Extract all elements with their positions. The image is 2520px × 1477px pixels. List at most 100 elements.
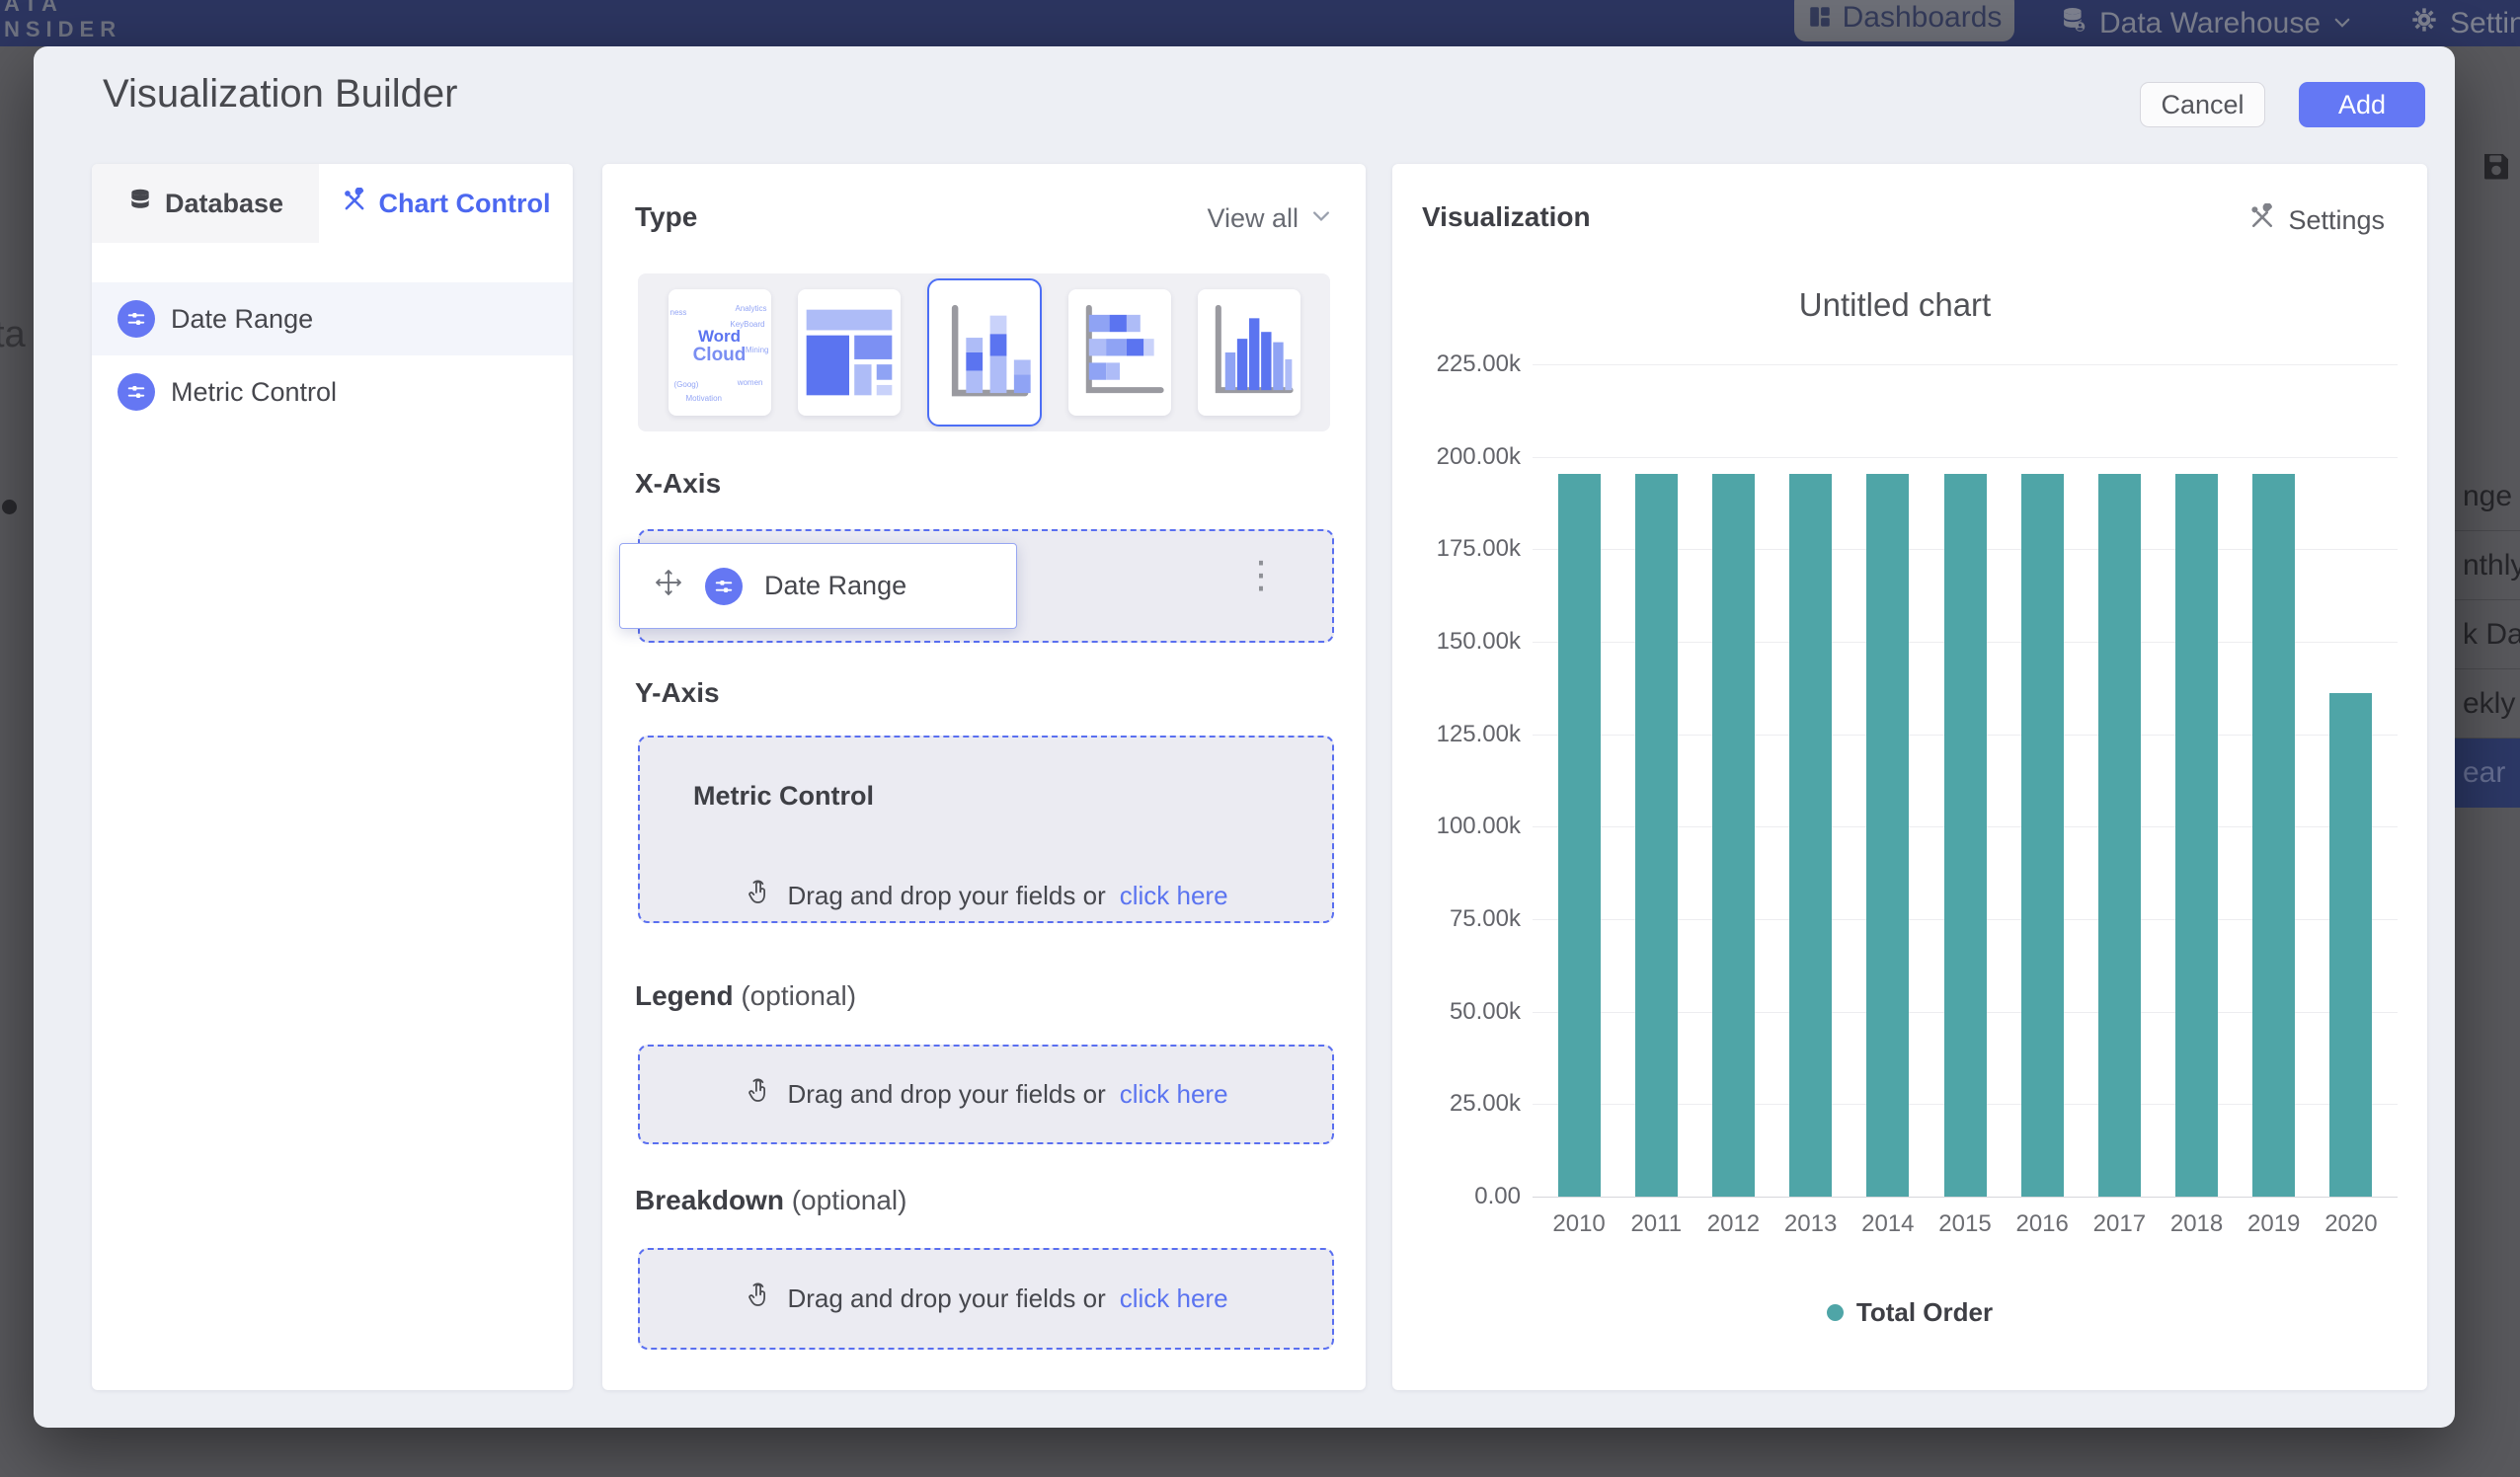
menu-item: nthly xyxy=(2455,531,2520,600)
cancel-button[interactable]: Cancel xyxy=(2140,82,2265,127)
settings-button[interactable]: Settings xyxy=(2248,203,2385,238)
click-here-link[interactable]: click here xyxy=(1120,1079,1228,1110)
field-label: Date Range xyxy=(171,304,313,335)
drop-hint-text: Drag and drop your fields or xyxy=(787,881,1105,911)
hand-click-icon xyxy=(744,1281,773,1317)
y-tick-label: 100.00k xyxy=(1392,813,1521,840)
legend-optional-suffix: (optional) xyxy=(741,980,856,1011)
visualization-panel: Visualization Settings Untitled chart 0.… xyxy=(1392,164,2427,1390)
bar-2017[interactable] xyxy=(2098,474,2141,1197)
stacked-column-icon xyxy=(929,280,1040,425)
legend-swatch xyxy=(1827,1304,1844,1321)
bar-2015[interactable] xyxy=(1944,474,1987,1197)
chart-title: Untitled chart xyxy=(1392,286,2398,324)
field-label: Metric Control xyxy=(171,377,337,408)
y-tick-label: 225.00k xyxy=(1392,350,1521,378)
dashboard-icon xyxy=(1807,4,1833,35)
modal-title: Visualization Builder xyxy=(103,72,457,117)
move-icon xyxy=(654,568,683,604)
y-tick-label: 50.00k xyxy=(1392,998,1521,1026)
bar-2016[interactable] xyxy=(2021,474,2064,1197)
chevron-down-icon xyxy=(1310,203,1332,234)
click-here-link[interactable]: click here xyxy=(1120,881,1228,911)
app-logo: ATA NSIDER xyxy=(4,0,121,42)
y-axis-drop-zone[interactable]: Metric Control Drag and drop your fields… xyxy=(638,736,1334,923)
nav-label-data-warehouse: Data Warehouse xyxy=(2099,7,2321,40)
x-tick-label: 2014 xyxy=(1850,1210,1927,1238)
top-navbar: ATA NSIDER Dashboards Data Warehouse Set… xyxy=(0,0,2520,46)
x-tick-label: 2016 xyxy=(2004,1210,2081,1238)
background-dropdown-menu: nge nthly k Date ekly ear xyxy=(2455,462,2520,808)
database-icon xyxy=(127,188,153,220)
sliders-icon xyxy=(118,300,155,338)
breakdown-drop-zone[interactable]: Drag and drop your fields or click here xyxy=(638,1248,1334,1350)
y-axis-zone-title: Metric Control xyxy=(693,781,874,812)
tab-chart-control[interactable]: Chart Control xyxy=(319,164,573,243)
nav-item-data-warehouse: Data Warehouse xyxy=(2060,0,2352,46)
field-item-date-range[interactable]: Date Range xyxy=(92,282,573,355)
menu-item: k Date xyxy=(2455,600,2520,669)
chart-type-histogram[interactable] xyxy=(1198,289,1300,416)
sliders-icon xyxy=(118,373,155,411)
nav-item-dashboards: Dashboards xyxy=(1794,0,2014,41)
fields-panel: Database Chart Control Date Range Metric… xyxy=(92,164,573,1390)
chart-type-stacked-column[interactable] xyxy=(927,278,1042,427)
bar-2010[interactable] xyxy=(1558,474,1601,1197)
bar-2012[interactable] xyxy=(1712,474,1755,1197)
treemap-icon xyxy=(798,289,901,416)
gear-icon xyxy=(2410,6,2438,41)
tab-chart-control-label: Chart Control xyxy=(379,189,551,219)
y-tick-label: 150.00k xyxy=(1392,628,1521,656)
kebab-menu-icon[interactable]: ⋮ xyxy=(1242,557,1280,594)
menu-item: ekly xyxy=(2455,669,2520,738)
legend-drop-zone[interactable]: Drag and drop your fields or click here xyxy=(638,1045,1334,1144)
sliders-icon xyxy=(705,568,743,605)
stacked-bar-icon xyxy=(1068,289,1171,416)
y-axis-heading: Y-Axis xyxy=(635,677,720,709)
add-button[interactable]: Add xyxy=(2299,82,2425,127)
background-text-fragment: ta xyxy=(0,314,26,356)
nav-label-settings: Settings xyxy=(2450,7,2520,40)
gridline xyxy=(1533,364,2398,365)
builder-panel: Type View all Word Cloud ness Analytics … xyxy=(602,164,1366,1390)
nav-label-dashboards: Dashboards xyxy=(1843,1,2003,35)
bar-2013[interactable] xyxy=(1789,474,1832,1197)
date-range-drag-chip[interactable]: Date Range xyxy=(619,543,1017,629)
y-tick-label: 175.00k xyxy=(1392,535,1521,563)
settings-label: Settings xyxy=(2288,205,2385,236)
nav-item-settings: Settings xyxy=(2410,0,2520,46)
chart-type-treemap[interactable] xyxy=(798,289,901,416)
click-here-link[interactable]: click here xyxy=(1120,1283,1228,1314)
bar-2014[interactable] xyxy=(1866,474,1909,1197)
y-tick-label: 75.00k xyxy=(1392,905,1521,933)
chart-type-strip: Word Cloud ness Analytics KeyBoard Minin… xyxy=(638,273,1330,431)
x-tick-label: 2011 xyxy=(1617,1210,1694,1238)
visualization-heading: Visualization xyxy=(1422,201,1591,233)
menu-item: nge xyxy=(2455,462,2520,531)
x-tick-label: 2018 xyxy=(2158,1210,2235,1238)
view-all-dropdown[interactable]: View all xyxy=(1207,203,1332,234)
legend-heading: Legend (optional) xyxy=(635,980,856,1012)
bar-2011[interactable] xyxy=(1635,474,1678,1197)
menu-item-selected: ear xyxy=(2455,738,2520,808)
x-axis-heading: X-Axis xyxy=(635,468,721,500)
chart-legend[interactable]: Total Order xyxy=(1392,1297,2427,1328)
histogram-icon xyxy=(1198,289,1300,416)
hand-click-icon xyxy=(744,878,773,914)
chart-type-stacked-bar[interactable] xyxy=(1068,289,1171,416)
database-icon xyxy=(2060,6,2087,41)
tools-icon xyxy=(342,188,367,220)
tab-database[interactable]: Database xyxy=(92,164,319,243)
y-tick-label: 200.00k xyxy=(1392,443,1521,471)
chart-type-word-cloud[interactable]: Word Cloud ness Analytics KeyBoard Minin… xyxy=(669,289,771,416)
bar-2020[interactable] xyxy=(2329,693,2372,1197)
bar-2019[interactable] xyxy=(2252,474,2295,1197)
type-heading: Type xyxy=(635,201,697,233)
tools-icon xyxy=(2248,203,2276,238)
x-tick-label: 2017 xyxy=(2081,1210,2158,1238)
bar-2018[interactable] xyxy=(2175,474,2218,1197)
field-item-metric-control[interactable]: Metric Control xyxy=(92,355,573,428)
background-bullet-dot xyxy=(2,500,17,514)
tab-database-label: Database xyxy=(165,189,283,219)
x-tick-label: 2015 xyxy=(1927,1210,2004,1238)
